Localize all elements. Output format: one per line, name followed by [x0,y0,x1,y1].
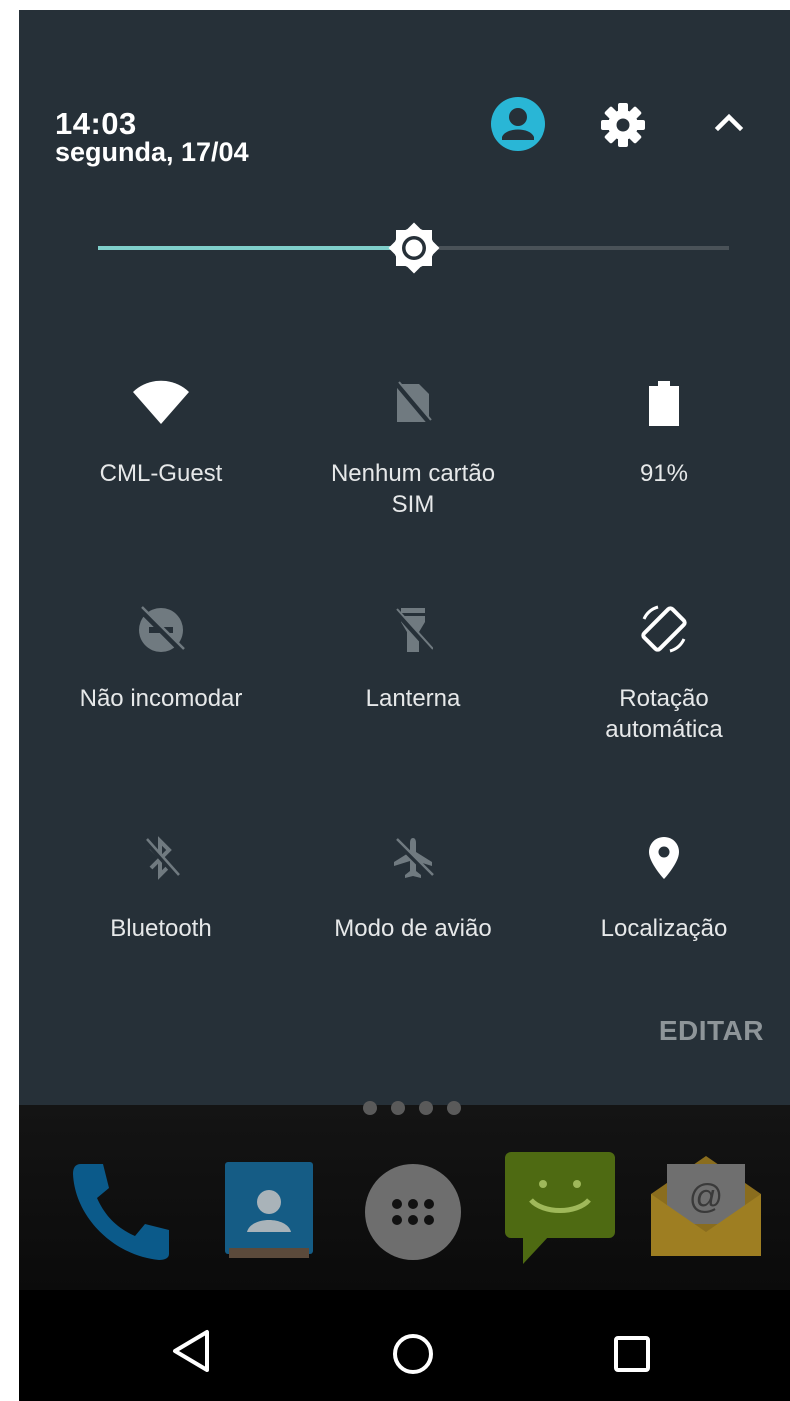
messaging-icon[interactable] [503,1150,617,1268]
edit-button[interactable]: EDITAR [659,1015,764,1047]
navigation-bar [19,1290,790,1401]
rotation-icon [641,605,687,653]
bluetooth-off-icon [143,836,180,880]
tile-location[interactable]: Localização [544,835,784,975]
collapse-icon[interactable] [713,110,745,134]
back-icon[interactable] [169,1328,215,1374]
contacts-icon[interactable] [217,1158,321,1263]
email-icon[interactable]: @ [649,1150,763,1262]
phone-screen: 14:03 segunda, 17/04 CML-Guest Nenhum ca… [19,10,790,1401]
home-dock: @ [19,1105,790,1290]
brightness-slider[interactable] [98,222,729,274]
page-dot [363,1101,377,1115]
tile-airplane[interactable]: Modo de avião [293,835,533,975]
account-icon[interactable] [490,96,546,152]
wifi-icon [133,380,189,424]
page-dot [419,1101,433,1115]
recents-icon[interactable] [613,1335,651,1373]
settings-icon[interactable] [599,101,647,149]
tile-label: Bluetooth [110,915,212,942]
tile-bluetooth[interactable]: Bluetooth [41,835,281,975]
tile-label: Modo de avião [334,915,492,942]
page-dot [447,1101,461,1115]
brightness-thumb-icon[interactable] [385,219,443,277]
tile-label: Localização [600,915,728,942]
quick-settings-panel: 14:03 segunda, 17/04 CML-Guest Nenhum ca… [19,10,790,1105]
phone-icon[interactable] [69,1158,174,1263]
battery-icon [649,381,679,426]
airplane-off-icon [393,838,434,878]
tile-do-not-disturb[interactable]: Não incomodar [41,605,281,765]
tile-label: 91% [639,460,689,487]
page-dot [391,1101,405,1115]
tile-rotation[interactable]: Rotação automática [544,605,784,765]
tile-flashlight[interactable]: Lanterna [293,605,533,765]
brightness-fill [98,246,414,250]
tile-wifi[interactable]: CML-Guest [41,380,281,540]
tile-label: Nenhum cartão SIM [330,460,496,518]
flashlight-off-icon [393,608,433,653]
app-drawer-icon[interactable] [363,1162,463,1262]
tile-label: Lanterna [365,685,461,712]
tile-sim[interactable]: Nenhum cartão SIM [293,380,533,540]
page-indicator [363,1101,475,1120]
tile-battery[interactable]: 91% [544,380,784,540]
no-sim-icon [395,381,432,424]
tile-label: Não incomodar [79,685,243,712]
svg-text:@: @ [689,1178,724,1216]
do-not-disturb-off-icon [137,606,185,654]
tile-label: CML-Guest [99,460,223,487]
home-icon[interactable] [391,1332,435,1376]
location-icon [649,837,679,879]
clock-date: segunda, 17/04 [55,137,249,167]
tile-label: Rotação automática [605,685,723,743]
